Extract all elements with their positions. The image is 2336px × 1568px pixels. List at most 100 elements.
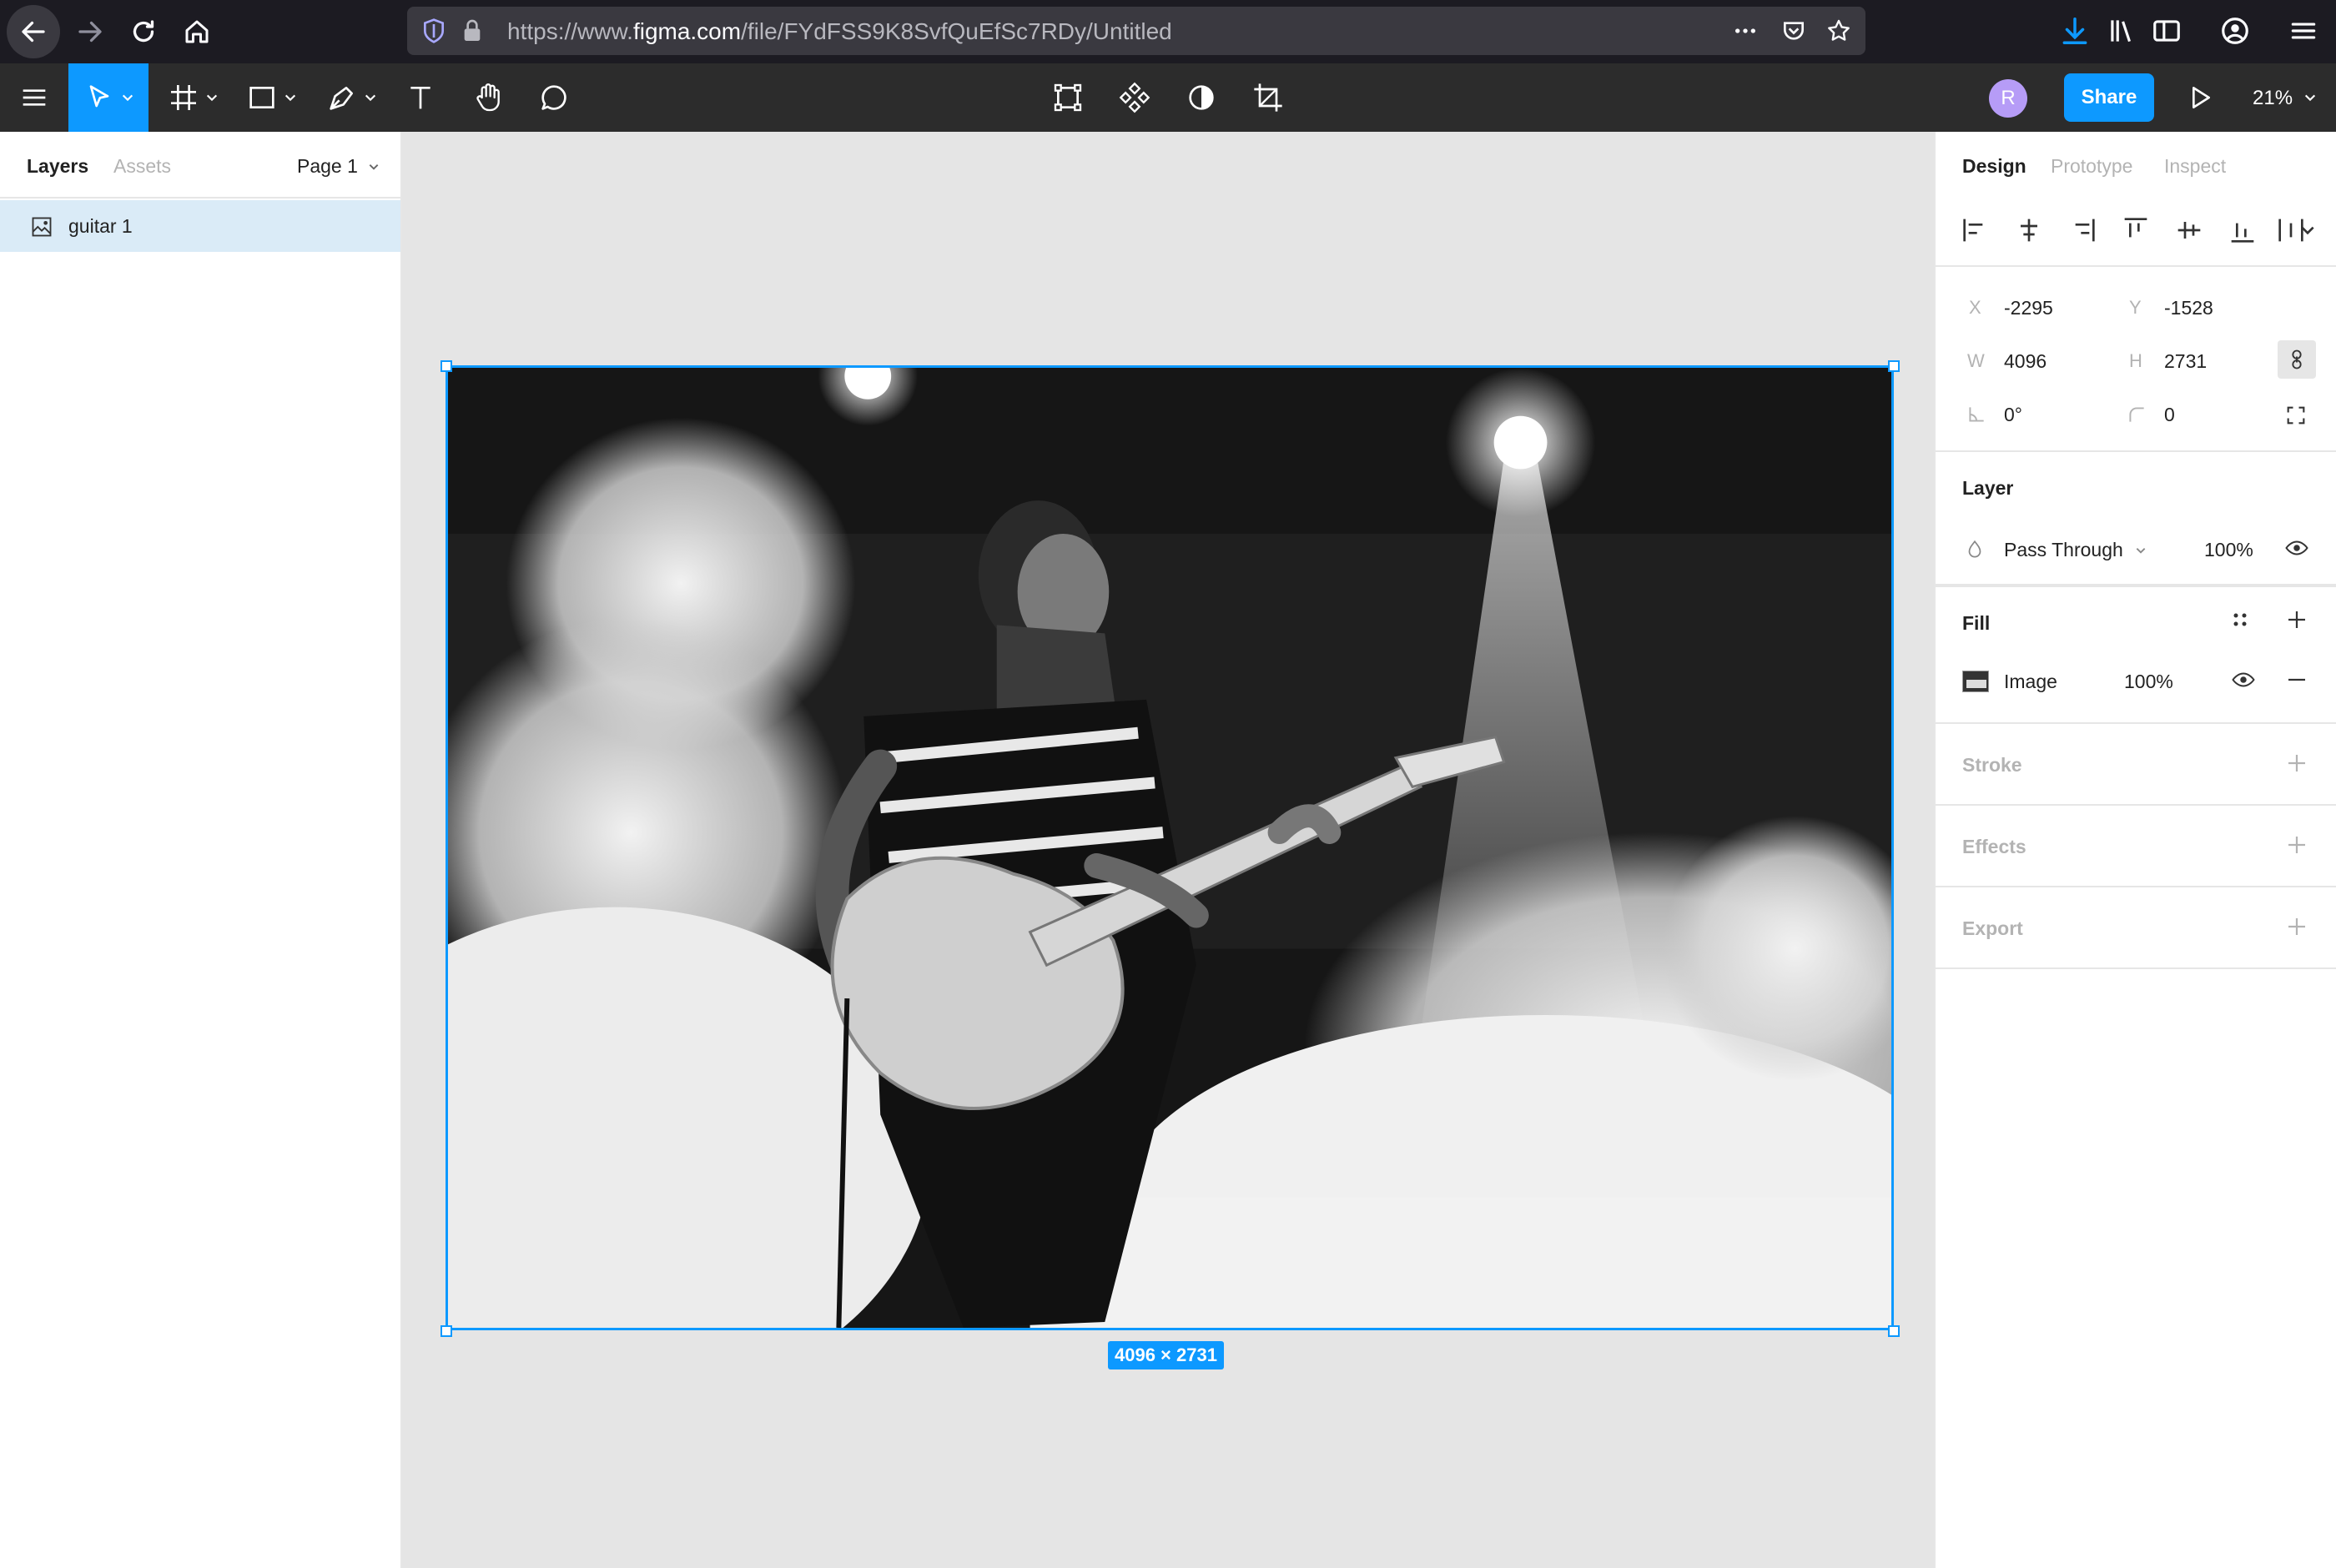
main-menu-button[interactable]	[0, 63, 68, 132]
present-button[interactable]	[2182, 63, 2216, 132]
resize-handle-bottom-right[interactable]	[1888, 1325, 1900, 1337]
crop-icon	[1254, 83, 1282, 112]
design-panel-tabs: Design Prototype Inspect	[1936, 132, 2336, 199]
zoom-dropdown[interactable]: 21%	[2253, 87, 2317, 110]
tab-assets[interactable]: Assets	[113, 155, 171, 178]
align-vertical-center-icon[interactable]	[2172, 214, 2206, 247]
pen-tool[interactable]	[322, 63, 380, 132]
hand-tool[interactable]	[471, 63, 507, 132]
cursor-icon	[89, 85, 109, 108]
fill-section: Fill Image 100%	[1936, 587, 2336, 724]
sidebar-icon[interactable]	[2151, 15, 2182, 47]
address-bar[interactable]: https://www.figma.com/file/FYdFSS9K8SvfQ…	[407, 7, 1865, 55]
layers-panel-tabs: Layers Assets Page 1	[0, 132, 400, 199]
resize-handle-top-left[interactable]	[441, 360, 452, 372]
blend-mode-icon	[1968, 540, 1981, 558]
image-thumbnail[interactable]	[1962, 671, 1989, 692]
move-tool[interactable]	[68, 63, 149, 132]
export-section: Export	[1936, 887, 2336, 969]
corner-radius-field[interactable]: 0	[2164, 404, 2175, 426]
style-grid-icon[interactable]	[2228, 607, 2253, 632]
arrow-left-icon	[22, 21, 45, 43]
y-field[interactable]: -1528	[2164, 297, 2213, 319]
align-bottom-icon[interactable]	[2226, 214, 2259, 247]
home-button[interactable]	[170, 5, 224, 58]
resize-handle-bottom-left[interactable]	[441, 1325, 452, 1337]
account-icon[interactable]	[2219, 15, 2251, 47]
text-tool[interactable]	[404, 63, 437, 132]
layer-section-title: Layer	[1962, 477, 2014, 499]
h-label: H	[2129, 350, 2142, 371]
align-left-icon[interactable]	[1959, 214, 1992, 247]
resize-handle-top-right[interactable]	[1888, 360, 1900, 372]
more-icon[interactable]	[1732, 18, 1759, 44]
comment-tool[interactable]	[537, 63, 571, 132]
rotation-field[interactable]: 0°	[2004, 404, 2022, 426]
transform-tool[interactable]	[1051, 63, 1085, 132]
guitar-photo[interactable]	[446, 365, 1894, 1330]
shield-icon[interactable]	[420, 18, 447, 44]
pocket-icon[interactable]	[1780, 18, 1807, 44]
hamburger-icon	[23, 89, 46, 106]
share-button[interactable]: Share	[2064, 73, 2154, 122]
lock-icon[interactable]	[459, 18, 486, 44]
star-icon[interactable]	[1825, 18, 1852, 44]
add-fill-icon[interactable]	[2284, 607, 2309, 632]
mask-tool[interactable]	[1185, 63, 1218, 132]
tab-prototype[interactable]: Prototype	[2051, 155, 2132, 178]
effects-section: Effects	[1936, 806, 2336, 887]
menu-icon[interactable]	[2288, 15, 2319, 47]
avatar[interactable]: R	[1989, 79, 2027, 118]
frame-tool[interactable]	[164, 63, 222, 132]
zoom-label: 21%	[2253, 87, 2293, 109]
image-icon	[32, 217, 52, 237]
h-field[interactable]: 2731	[2164, 350, 2207, 373]
canvas[interactable]: 4096 × 2731	[402, 132, 1934, 1568]
tab-design[interactable]: Design	[1962, 155, 2026, 178]
blend-mode-label: Pass Through	[2004, 539, 2123, 560]
url-text[interactable]: https://www.figma.com/file/FYdFSS9K8SvfQ…	[507, 18, 1172, 45]
page-label: Page 1	[297, 155, 358, 177]
constrain-proportions-button[interactable]	[2278, 340, 2316, 379]
chevron-down-icon	[365, 94, 376, 102]
reload-button[interactable]	[117, 5, 170, 58]
x-field[interactable]: -2295	[2004, 297, 2053, 319]
chevron-down-icon[interactable]	[2299, 214, 2316, 247]
layer-row[interactable]: guitar 1	[0, 200, 400, 252]
independent-corners-icon[interactable]	[2284, 404, 2308, 427]
forward-button[interactable]	[63, 5, 117, 58]
fill-opacity-field[interactable]: 100%	[2124, 671, 2173, 693]
add-stroke-icon[interactable]	[2284, 751, 2309, 776]
w-label: W	[1967, 350, 1985, 371]
comment-icon	[541, 85, 566, 110]
page-selector[interactable]: Page 1	[297, 155, 380, 178]
alignment-toolbar	[1936, 199, 2336, 267]
remove-fill-icon[interactable]	[2284, 667, 2309, 692]
add-export-icon[interactable]	[2284, 914, 2309, 939]
link-icon	[2292, 349, 2302, 369]
add-effect-icon[interactable]	[2284, 832, 2309, 857]
play-icon	[2193, 87, 2210, 108]
back-button[interactable]	[7, 5, 60, 58]
eye-icon[interactable]	[2231, 667, 2256, 692]
download-icon[interactable]	[2059, 15, 2091, 47]
w-field[interactable]: 4096	[2004, 350, 2047, 373]
layer-opacity-field[interactable]: 100%	[2204, 539, 2253, 561]
align-right-icon[interactable]	[2066, 214, 2099, 247]
export-section-title: Export	[1962, 917, 2023, 939]
tab-layers[interactable]: Layers	[27, 155, 88, 178]
x-label: X	[1969, 297, 1981, 318]
blend-mode-dropdown[interactable]: Pass Through	[2004, 539, 2147, 561]
chevron-down-icon	[369, 164, 379, 170]
layer-name: guitar 1	[68, 215, 133, 237]
component-tool[interactable]	[1118, 63, 1151, 132]
crop-tool[interactable]	[1251, 63, 1285, 132]
effects-section-title: Effects	[1962, 836, 2026, 857]
eye-icon[interactable]	[2284, 535, 2309, 560]
align-top-icon[interactable]	[2119, 214, 2152, 247]
fill-type-label[interactable]: Image	[2004, 671, 2057, 693]
shape-tool[interactable]	[242, 63, 300, 132]
align-horizontal-center-icon[interactable]	[2012, 214, 2046, 247]
tab-inspect[interactable]: Inspect	[2164, 155, 2226, 178]
library-icon[interactable]	[2106, 15, 2137, 47]
